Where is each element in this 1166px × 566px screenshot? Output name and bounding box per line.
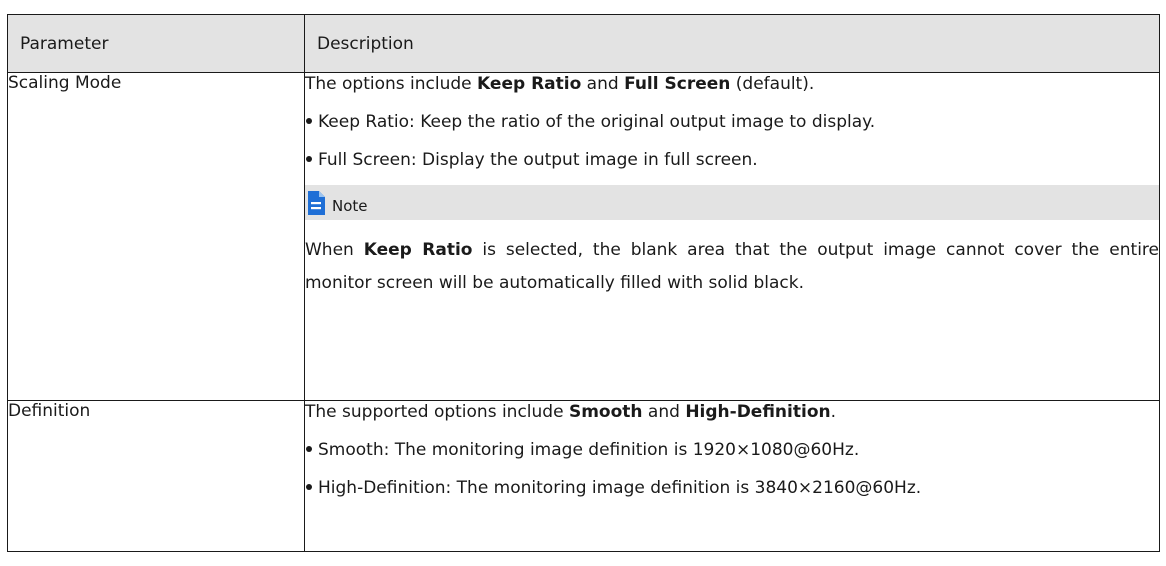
parameter-description: The options include Keep Ratio and Full … [304,72,1160,401]
note-banner: Note [305,185,1159,220]
parameter-description: The supported options include Smooth and… [304,400,1160,552]
intro-text: . [830,402,837,422]
intro-text: The supported options include [305,402,569,422]
bullet-item: Keep Ratio: Keep the ratio of the origin… [305,111,1159,133]
option-high-definition: High-Definition [685,402,831,422]
note-text-part: When [305,240,364,260]
bullet-dot-icon [306,117,312,124]
table-row: Definition The supported options include… [7,400,1160,552]
note-text-bold: Keep Ratio [363,240,473,260]
options-intro: The options include Keep Ratio and Full … [305,73,1159,95]
header-parameter: Parameter [7,14,305,73]
intro-text: and [642,402,686,422]
bullet-dot-icon [306,155,312,162]
bullet-text: Keep Ratio: Keep the ratio of the origin… [318,112,876,132]
bullet-item: High-Definition: The monitoring image de… [305,477,1159,499]
bullet-text: Full Screen: Display the output image in… [318,150,758,170]
bullet-dot-icon [306,445,312,452]
bullet-item: Smooth: The monitoring image definition … [305,439,1159,461]
note-text: When Keep Ratio is selected, the blank a… [305,234,1159,300]
bullet-item: Full Screen: Display the output image in… [305,149,1159,171]
intro-text: (default). [730,74,815,94]
bullet-text: Smooth: The monitoring image definition … [318,440,860,460]
note-label: Note [332,196,368,215]
bullet-dot-icon [306,483,312,490]
option-keep-ratio: Keep Ratio [477,74,582,94]
note-icon [308,190,325,215]
table-header-row: Parameter Description [7,14,1160,73]
parameter-name: Definition [7,400,305,552]
bullet-text: High-Definition: The monitoring image de… [318,478,922,498]
parameter-name: Scaling Mode [7,72,305,401]
header-description: Description [304,14,1160,73]
table-row: Scaling Mode The options include Keep Ra… [7,72,1160,401]
options-intro: The supported options include Smooth and… [305,401,1159,423]
option-full-screen: Full Screen [624,74,731,94]
intro-text: The options include [305,74,478,94]
intro-text: and [581,74,625,94]
parameter-table: Parameter Description Scaling Mode The o… [7,14,1160,552]
option-smooth: Smooth [568,402,643,422]
